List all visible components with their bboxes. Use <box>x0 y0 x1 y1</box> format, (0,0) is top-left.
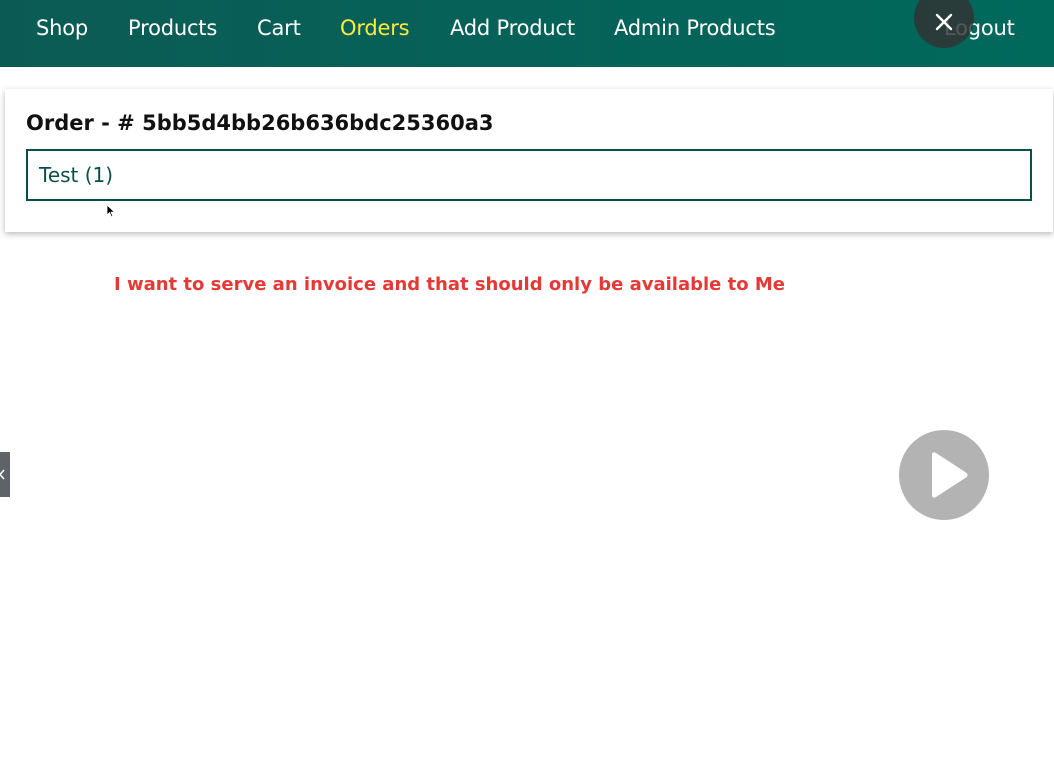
order-card: Order - # 5bb5d4bb26b636bdc25360a3 Test … <box>5 89 1053 232</box>
play-button[interactable] <box>899 430 989 520</box>
close-icon <box>935 13 953 31</box>
order-item-text: Test (1) <box>39 163 114 187</box>
nav-link-products[interactable]: Products <box>128 16 217 40</box>
nav-link-orders[interactable]: Orders <box>340 16 410 40</box>
order-item: Test (1) <box>26 149 1032 201</box>
chevron-left-icon <box>0 469 5 480</box>
mouse-cursor-icon <box>106 204 116 218</box>
play-icon <box>932 452 968 498</box>
nav-link-shop[interactable]: Shop <box>36 16 88 40</box>
annotation-text: I want to serve an invoice and that shou… <box>114 274 785 295</box>
order-title: Order - # 5bb5d4bb26b636bdc25360a3 <box>26 111 494 135</box>
nav-link-cart[interactable]: Cart <box>257 16 301 40</box>
nav-link-add-product[interactable]: Add Product <box>450 16 575 40</box>
main-navbar: Shop Products Cart Orders Add Product Ad… <box>0 0 1054 67</box>
side-panel-handle[interactable] <box>0 452 10 497</box>
nav-link-admin-products[interactable]: Admin Products <box>614 16 776 40</box>
